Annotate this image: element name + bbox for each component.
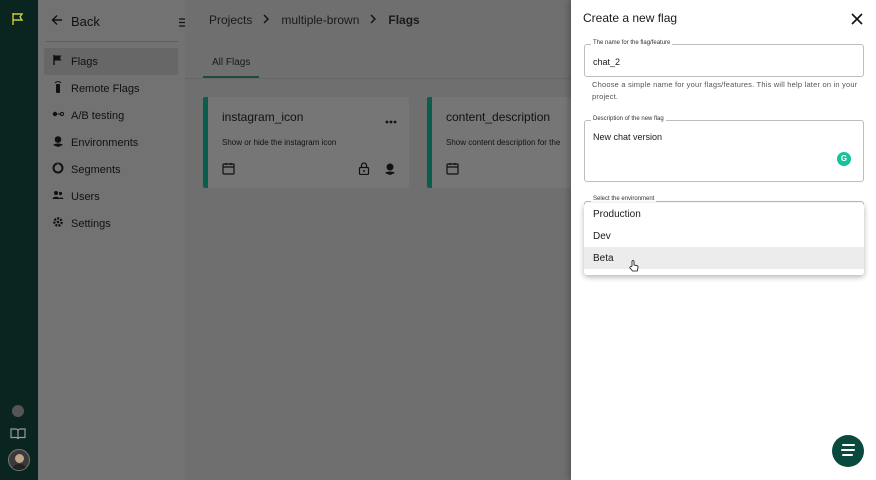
sidebar-item-settings[interactable]: Settings bbox=[44, 210, 178, 237]
flag-card-title: instagram_icon bbox=[222, 110, 304, 124]
tab-all-flags[interactable]: All Flags bbox=[203, 50, 260, 78]
tab-bar: All Flags bbox=[203, 50, 260, 78]
option-beta[interactable]: Beta bbox=[584, 247, 864, 269]
users-icon bbox=[52, 189, 64, 204]
sidebar-item-ab-testing[interactable]: A/B testing bbox=[44, 102, 178, 129]
option-dev[interactable]: Dev bbox=[584, 225, 864, 247]
settings-icon bbox=[52, 216, 64, 231]
flag-card[interactable]: content_description Show content descrip… bbox=[427, 97, 577, 188]
flag-name-value: chat_2 bbox=[593, 57, 621, 67]
sidebar-item-flags[interactable]: Flags bbox=[44, 48, 178, 75]
sidebar-item-label: Users bbox=[71, 190, 100, 203]
sidebar-item-remote-flags[interactable]: Remote Flags bbox=[44, 75, 178, 102]
breadcrumb: Projects multiple-brown Flags bbox=[209, 13, 420, 27]
close-icon[interactable] bbox=[850, 12, 864, 26]
sidebar-nav: Flags Remote Flags A/B testing Environme… bbox=[44, 48, 178, 237]
hand-cursor-icon bbox=[629, 259, 639, 277]
status-dot-icon[interactable] bbox=[12, 405, 24, 417]
flag-description-value: New chat version bbox=[593, 132, 663, 142]
environment-dropdown: Production Dev Beta bbox=[584, 203, 864, 275]
flag-logo-icon[interactable] bbox=[11, 12, 25, 31]
flag-card-description: Show content description for the bbox=[446, 138, 561, 147]
flag-card-title: content_description bbox=[446, 110, 551, 124]
chevron-right-icon bbox=[263, 13, 270, 27]
environments-icon bbox=[52, 135, 64, 150]
grammarly-icon[interactable]: G bbox=[837, 152, 851, 166]
flag-card-description: Show or hide the instagram icon bbox=[222, 138, 337, 147]
sidebar-item-label: Settings bbox=[71, 217, 111, 230]
sidebar-item-label: Remote Flags bbox=[71, 82, 140, 95]
calendar-icon[interactable] bbox=[222, 162, 235, 180]
breadcrumb-current: Flags bbox=[388, 13, 420, 27]
more-horizontal-icon[interactable] bbox=[385, 111, 397, 129]
chat-bubble-icon bbox=[841, 444, 855, 456]
chat-button[interactable] bbox=[832, 435, 864, 467]
create-flag-panel: Create a new flag The name for the flag/… bbox=[571, 0, 876, 480]
tabs-divider bbox=[185, 78, 571, 79]
calendar-icon[interactable] bbox=[446, 162, 459, 180]
user-avatar[interactable] bbox=[8, 449, 30, 471]
environment-select-label: Select the environment bbox=[591, 196, 657, 202]
sidebar-item-label: Flags bbox=[71, 55, 98, 68]
app-rail bbox=[0, 0, 38, 480]
panel-title: Create a new flag bbox=[583, 11, 678, 25]
flag-description-label: Description of the new flag bbox=[591, 116, 666, 122]
breadcrumb-project-link[interactable]: multiple-brown bbox=[281, 13, 359, 27]
sidebar-item-environments[interactable]: Environments bbox=[44, 129, 178, 156]
sidebar: Back Flags Remote Flags A/B testing Envi… bbox=[38, 0, 189, 480]
remote-icon bbox=[52, 81, 64, 96]
flag-name-label: The name for the flag/feature bbox=[591, 40, 673, 46]
sidebar-item-users[interactable]: Users bbox=[44, 183, 178, 210]
back-button[interactable]: Back bbox=[51, 12, 100, 30]
lock-icon[interactable] bbox=[358, 162, 370, 180]
back-label: Back bbox=[71, 13, 100, 29]
flag-card[interactable]: instagram_icon Show or hide the instagra… bbox=[203, 97, 409, 188]
arrow-left-icon bbox=[51, 14, 63, 29]
sidebar-item-label: A/B testing bbox=[71, 109, 125, 122]
breadcrumb-projects-link[interactable]: Projects bbox=[209, 13, 252, 27]
flag-name-hint: Choose a simple name for your flags/feat… bbox=[592, 80, 858, 101]
docs-book-icon[interactable] bbox=[10, 427, 26, 445]
sidebar-item-label: Segments bbox=[71, 163, 121, 176]
environments-icon[interactable] bbox=[384, 162, 396, 180]
flag-description-field[interactable]: Description of the new flag New chat ver… bbox=[584, 116, 864, 182]
chevron-right-icon bbox=[370, 13, 377, 27]
segments-icon bbox=[52, 162, 64, 177]
flag-name-field[interactable]: The name for the flag/feature chat_2 bbox=[584, 40, 864, 77]
flag-icon bbox=[52, 54, 64, 69]
main-content: Projects multiple-brown Flags All Flags … bbox=[185, 0, 577, 480]
option-production[interactable]: Production bbox=[584, 203, 864, 225]
sidebar-divider bbox=[46, 41, 178, 42]
sidebar-item-label: Environments bbox=[71, 136, 139, 149]
sidebar-item-segments[interactable]: Segments bbox=[44, 156, 178, 183]
ab-test-icon bbox=[52, 108, 65, 123]
